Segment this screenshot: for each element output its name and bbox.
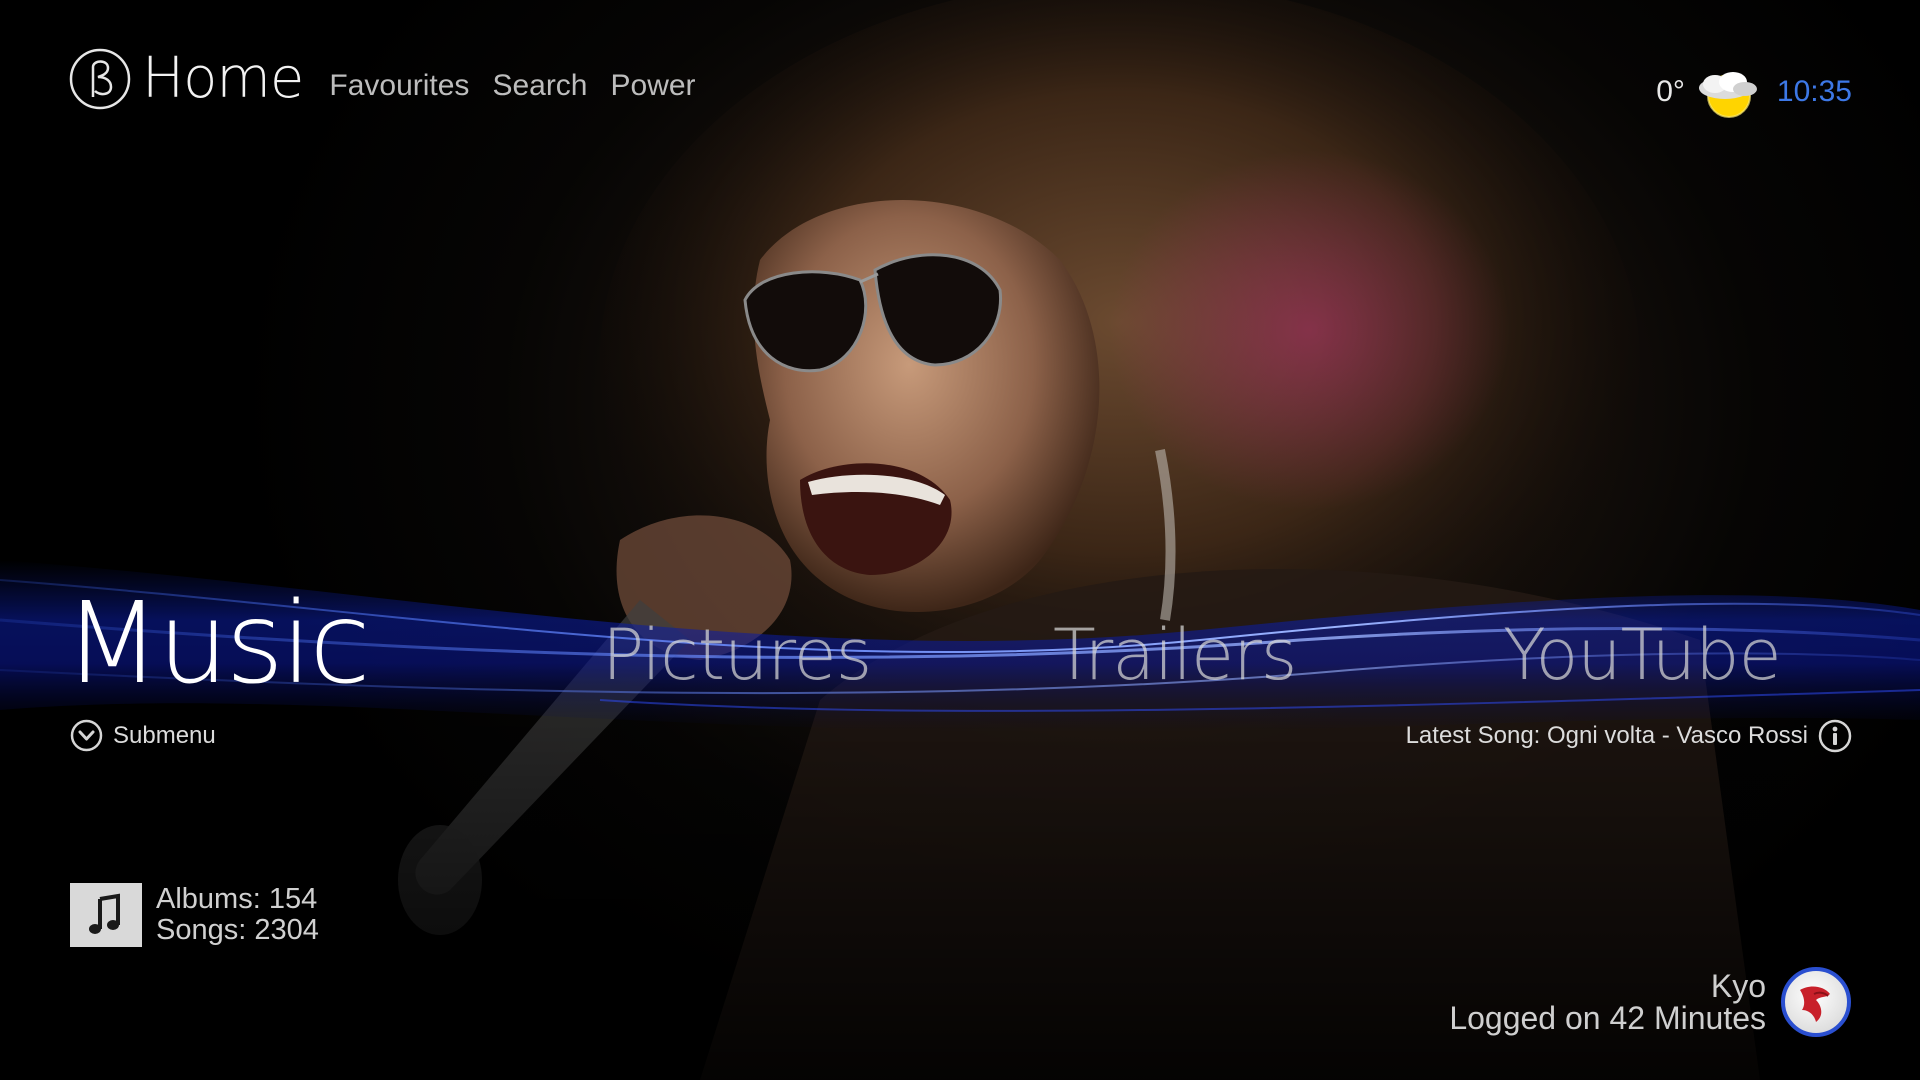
- latest-song-text: Latest Song: Ogni volta - Vasco Rossi: [1405, 722, 1808, 749]
- menu-item-youtube[interactable]: YouTube: [1503, 620, 1782, 690]
- logged-on-time: Logged on 42 Minutes: [1449, 1000, 1766, 1036]
- submenu-button[interactable]: Submenu: [70, 719, 216, 752]
- home-screen: Home Favourites Search Power 0° 10:35 Mu…: [0, 0, 1920, 1080]
- chevron-down-icon: [70, 719, 103, 752]
- search-link[interactable]: Search: [492, 69, 587, 103]
- info-icon[interactable]: [1818, 719, 1852, 753]
- menu-item-trailers[interactable]: Trailers: [1053, 620, 1297, 690]
- user-name: Kyo: [1710, 968, 1766, 1004]
- partly-cloudy-icon: [1698, 72, 1757, 118]
- songs-count: Songs: 2304: [156, 914, 319, 946]
- latest-song: Latest Song: Ogni volta - Vasco Rossi: [1406, 719, 1852, 753]
- beta-logo-icon[interactable]: [68, 47, 132, 111]
- submenu-label: Submenu: [113, 721, 216, 749]
- albums-count: Albums: 154: [156, 883, 318, 915]
- avatar[interactable]: [1780, 966, 1852, 1038]
- user-panel: Kyo Logged on 42 Minutes: [1449, 966, 1852, 1038]
- favourites-link[interactable]: Favourites: [329, 69, 469, 103]
- menu-item-pictures[interactable]: Pictures: [602, 620, 872, 690]
- music-note-icon: [70, 883, 142, 947]
- menu-item-music[interactable]: Music: [64, 588, 371, 700]
- page-title: Home: [142, 46, 304, 111]
- status-area: 0° 10:35: [1656, 62, 1852, 122]
- library-stats: Albums: 154 Songs: 2304: [70, 883, 319, 947]
- top-bar: Home Favourites Search Power: [68, 44, 719, 114]
- clock: 10:35: [1776, 75, 1852, 108]
- power-link[interactable]: Power: [611, 69, 696, 103]
- temperature: 0°: [1656, 75, 1685, 108]
